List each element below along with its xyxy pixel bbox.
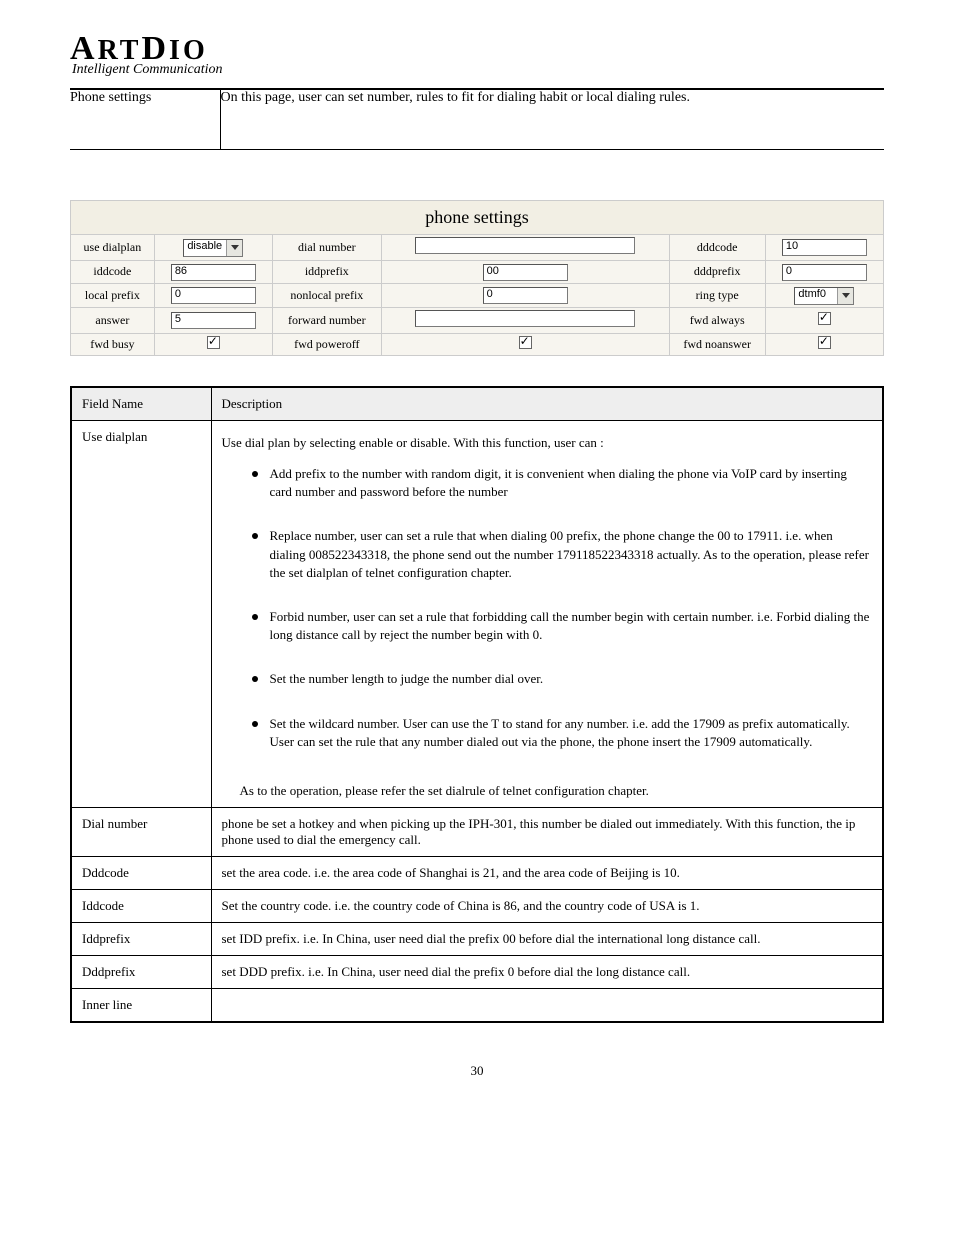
page-header: Phone settings On this page, user can se… (70, 88, 884, 150)
reference-table: Field Name Description Use dialplan Use d… (70, 386, 884, 1023)
row-desc-cell (211, 988, 883, 1022)
row-desc: set DDD prefix. i.e. In China, user need… (222, 964, 691, 979)
field-value (154, 333, 272, 355)
row-desc: set the area code. i.e. the area code of… (222, 865, 680, 880)
field-value: 5 (154, 307, 272, 333)
field-value: 00 (381, 260, 669, 283)
field-label: nonlocal prefix (272, 283, 381, 307)
field-value (765, 307, 883, 333)
field-value: disable (154, 234, 272, 260)
text-input[interactable]: 86 (171, 264, 256, 281)
list-item: Add prefix to the number with random dig… (252, 459, 873, 521)
row-field: Inner line (71, 988, 211, 1022)
row-desc: set IDD prefix. i.e. In China, user need… (222, 931, 761, 946)
row-field: Iddcode (71, 889, 211, 922)
text-input[interactable]: 5 (171, 312, 256, 329)
row-field: Dial number (71, 807, 211, 856)
field-label: fwd always (669, 307, 765, 333)
page-number: 30 (70, 1063, 884, 1079)
logo-tagline: Intelligent Communication (72, 62, 886, 78)
text-input[interactable]: 0 (782, 264, 867, 281)
row-field: Dddprefix (71, 955, 211, 988)
text-input[interactable] (415, 237, 635, 254)
field-value: dtmf0 (765, 283, 883, 307)
ref-head-field: Field Name (71, 387, 211, 421)
list-item: Replace number, user can set a rule that… (252, 521, 873, 602)
checkbox[interactable] (818, 336, 831, 349)
checkbox[interactable] (207, 336, 220, 349)
field-value (381, 234, 669, 260)
field-label: dddcode (669, 234, 765, 260)
row-desc-cell: Set the country code. i.e. the country c… (211, 889, 883, 922)
field-label: use dialplan (71, 234, 155, 260)
row-field: Use dialplan (71, 421, 211, 808)
checkbox[interactable] (519, 336, 532, 349)
field-value: 0 (765, 260, 883, 283)
field-value: 0 (381, 283, 669, 307)
field-label: dddprefix (669, 260, 765, 283)
select-input[interactable]: dtmf0 (794, 287, 854, 305)
field-label: answer (71, 307, 155, 333)
logo: ARTDIO Intelligent Communication (70, 30, 884, 84)
field-value (381, 333, 669, 355)
checkbox[interactable] (818, 312, 831, 325)
field-label: iddcode (71, 260, 155, 283)
row-desc-cell: set the area code. i.e. the area code of… (211, 856, 883, 889)
field-value (381, 307, 669, 333)
text-input[interactable]: 00 (483, 264, 568, 281)
page-header-right: On this page, user can set number, rules… (220, 89, 884, 149)
list-item: Set the number length to judge the numbe… (252, 664, 873, 708)
field-label: dial number (272, 234, 381, 260)
text-input[interactable] (415, 310, 635, 327)
field-label: local prefix (71, 283, 155, 307)
text-input[interactable]: 0 (171, 287, 256, 304)
text-input[interactable]: 0 (483, 287, 568, 304)
field-value: 86 (154, 260, 272, 283)
select-input[interactable]: disable (183, 239, 243, 257)
field-label: iddprefix (272, 260, 381, 283)
row-desc-cell: set IDD prefix. i.e. In China, user need… (211, 922, 883, 955)
row-desc-cell: phone be set a hotkey and when picking u… (211, 807, 883, 856)
phone-settings-title: phone settings (71, 200, 884, 234)
ref-head-desc: Description (211, 387, 883, 421)
ring-note: As to the operation, please refer the se… (222, 779, 873, 799)
list-item: Set the wildcard number. User can use th… (252, 709, 873, 771)
field-label: fwd noanswer (669, 333, 765, 355)
list-item: Forbid number, user can set a rule that … (252, 602, 873, 664)
row-desc: Set the country code. i.e. the country c… (222, 898, 700, 913)
field-value: 0 (154, 283, 272, 307)
phone-settings-screenshot: phone settings use dialplan disable dial n… (70, 200, 884, 356)
row-desc: phone be set a hotkey and when picking u… (222, 816, 856, 847)
row-field: Dddcode (71, 856, 211, 889)
field-label: fwd busy (71, 333, 155, 355)
field-value: 10 (765, 234, 883, 260)
page-header-left: Phone settings (70, 89, 220, 149)
row-field: Iddprefix (71, 922, 211, 955)
row-desc-cell: Use dial plan by selecting enable or dis… (211, 421, 883, 808)
row-desc-cell: set DDD prefix. i.e. In China, user need… (211, 955, 883, 988)
field-label: ring type (669, 283, 765, 307)
field-label: forward number (272, 307, 381, 333)
text-input[interactable]: 10 (782, 239, 867, 256)
row-intro: Use dial plan by selecting enable or dis… (222, 435, 873, 451)
field-label: fwd poweroff (272, 333, 381, 355)
field-value (765, 333, 883, 355)
